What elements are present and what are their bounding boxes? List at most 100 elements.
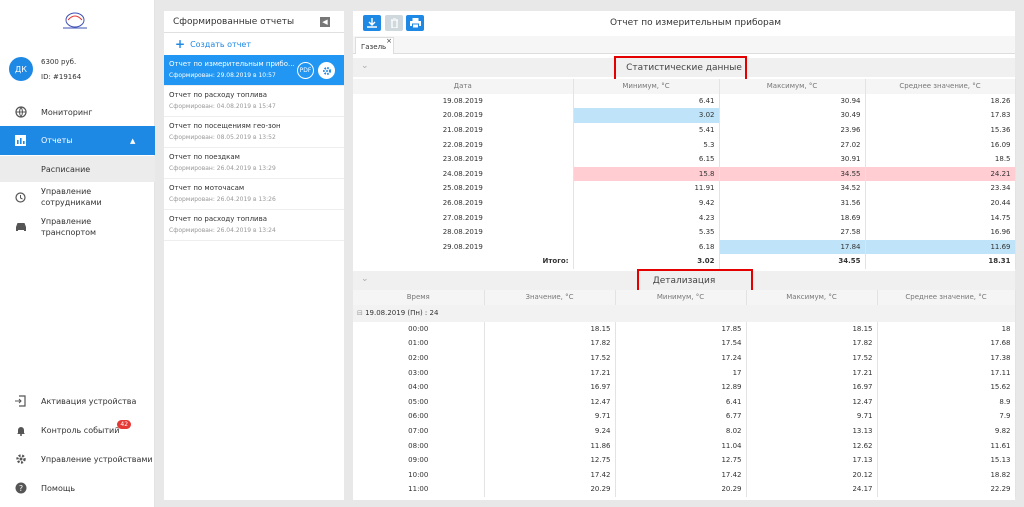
table-cell: 24.08.2019 [353,166,574,182]
report-item[interactable]: Отчет по расходу топлива Сформирован: 26.… [164,210,344,241]
table-cell: 9.42 [573,195,720,211]
table-cell: 08:00 [353,438,485,453]
sidebar-item-help[interactable]: ? Помощь [0,478,155,498]
report-title: Отчет по поездкам [169,153,240,161]
table-cell: 23.34 [865,181,1016,196]
table-cell: 6.18 [573,239,720,255]
tab-gazel[interactable]: Газель × [355,37,394,54]
table-cell: 17.82 [484,336,616,351]
table-cell: 17.42 [484,467,616,483]
events-badge: 42 [117,419,132,429]
table-cell: 20.29 [615,482,747,497]
table-cell: 9.71 [746,409,878,424]
table-cell: 12.75 [484,452,616,468]
table-cell: 18 [877,321,1016,337]
sidebar-item-events[interactable]: Контроль событий 42 [0,419,155,440]
table-cell: 10:00 [353,467,485,483]
report-item[interactable]: Отчет по измерительным прибо... Сформиро… [164,55,344,86]
sidebar-item-label: Расписание [41,164,91,174]
chevron-down-icon: ⌄ [361,61,369,71]
table-cell: 11.86 [484,438,616,453]
delete-button[interactable] [385,15,403,31]
sidebar-item-label: Управление устройствами [41,454,153,464]
table-cell: 12.62 [746,438,878,453]
table-cell: 34.55 [719,254,866,269]
table-cell: 17.54 [615,336,747,351]
sidebar-item-reports[interactable]: Отчеты ▲ [0,126,155,155]
report-title: Отчет по расходу топлива [169,91,268,99]
table-cell: 17 [615,365,747,380]
table-row: 21.08.2019 5.41 23.96 15.36 [353,122,1016,138]
report-title: Отчет по измерительным прибо... [169,60,295,68]
table-row: 11:00 20.29 20.29 24.17 22.29 [353,482,1016,497]
bell-icon [0,425,41,436]
table-cell: 4.23 [573,210,720,225]
table-cell: 23.96 [719,122,866,138]
sidebar-item-devices[interactable]: Управление устройствами [0,449,155,469]
help-icon: ? [0,482,41,494]
column-header: Время [353,290,485,305]
sidebar-item-monitoring[interactable]: Мониторинг [0,100,155,124]
collapse-icon[interactable]: ◀ [320,17,330,27]
globe-icon [0,106,41,118]
table-row: 29.08.2019 6.18 17.84 11.69 [353,239,1016,255]
sidebar-item-schedule[interactable]: Расписание [0,156,155,182]
report-item[interactable]: Отчет по посещениям гео-зон Сформирован: … [164,117,344,148]
table-cell: 29.08.2019 [353,239,574,255]
detail-section-header[interactable]: ⌄ Детализация [353,268,1015,295]
table-cell: 21.08.2019 [353,122,574,138]
chevron-up-icon: ▲ [130,136,136,145]
table-row: 20.08.2019 3.02 30.49 17.83 [353,108,1016,123]
table-cell: 9.71 [484,409,616,424]
report-title: Отчет по расходу топлива [169,215,268,223]
stats-title-wrap: Статистические данные [614,55,748,83]
table-cell: 8.02 [615,423,747,439]
reports-header: Сформированные отчеты ◀ [164,11,344,33]
group-cell[interactable]: ⊟ 19.08.2019 (Пн) : 24 [353,304,1016,322]
reports-title: Сформированные отчеты [173,16,295,27]
table-cell: 18.69 [719,210,866,225]
column-header: Значение, °C [484,290,616,305]
avatar[interactable]: ДК [9,57,33,81]
pdf-icon[interactable]: PDF [297,62,314,79]
report-title: Отчет по измерительным приборам [609,18,782,28]
report-item[interactable]: Отчет по расходу топлива Сформирован: 04.… [164,86,344,117]
report-title: Отчет по посещениям гео-зон [169,122,281,130]
group-label: 19.08.2019 (Пн) : 24 [365,309,439,318]
table-row: 22.08.2019 5.3 27.02 16.09 [353,137,1016,152]
table-cell: 9.82 [877,423,1016,439]
download-button[interactable] [363,15,381,31]
detail-table: Время Значение, °C Минимум, °C Максимум, °C… [353,290,1016,497]
table-row: 19.08.2019 6.41 30.94 18.26 [353,93,1016,109]
table-cell: 09:00 [353,452,485,468]
sidebar-item-activation[interactable]: Активация устройства [0,391,155,411]
table-row: 10:00 17.42 17.42 20.12 18.82 [353,467,1016,483]
table-cell: 01:00 [353,336,485,351]
table-cell: 23.08.2019 [353,151,574,167]
table-cell: 11.04 [615,438,747,453]
table-cell: 7.9 [877,409,1016,424]
sidebar-item-employees[interactable]: Управление сотрудниками [0,184,155,210]
settings-icon[interactable] [318,62,335,79]
create-report-button[interactable]: + Создать отчет [164,33,344,55]
table-cell: 17.82 [746,336,878,351]
table-cell: 17.24 [615,350,747,366]
table-row: 03:00 17.21 17 17.21 17.11 [353,365,1016,380]
table-cell: 17.13 [746,452,878,468]
table-cell: Итого: [353,254,574,269]
report-item[interactable]: Отчет по моточасам Сформирован: 26.04.201… [164,179,344,210]
svg-text:?: ? [18,484,22,493]
stats-section-header[interactable]: ⌄ Статистические данные [353,55,1015,83]
report-title: Отчет по моточасам [169,184,245,192]
table-cell: 16.96 [865,224,1016,240]
table-cell: 30.49 [719,108,866,123]
sidebar-item-transport[interactable]: Управление транспортом [0,213,155,241]
balance: 6300 руб. [41,58,77,66]
table-row: 09:00 12.75 12.75 17.13 15.13 [353,452,1016,468]
table-cell: 18.15 [746,321,878,337]
report-item[interactable]: Отчет по поездкам Сформирован: 26.04.2019… [164,148,344,179]
print-button[interactable] [406,15,424,31]
close-icon[interactable]: × [386,37,392,45]
table-row: 02:00 17.52 17.24 17.52 17.38 [353,350,1016,366]
table-cell: 18.15 [484,321,616,337]
